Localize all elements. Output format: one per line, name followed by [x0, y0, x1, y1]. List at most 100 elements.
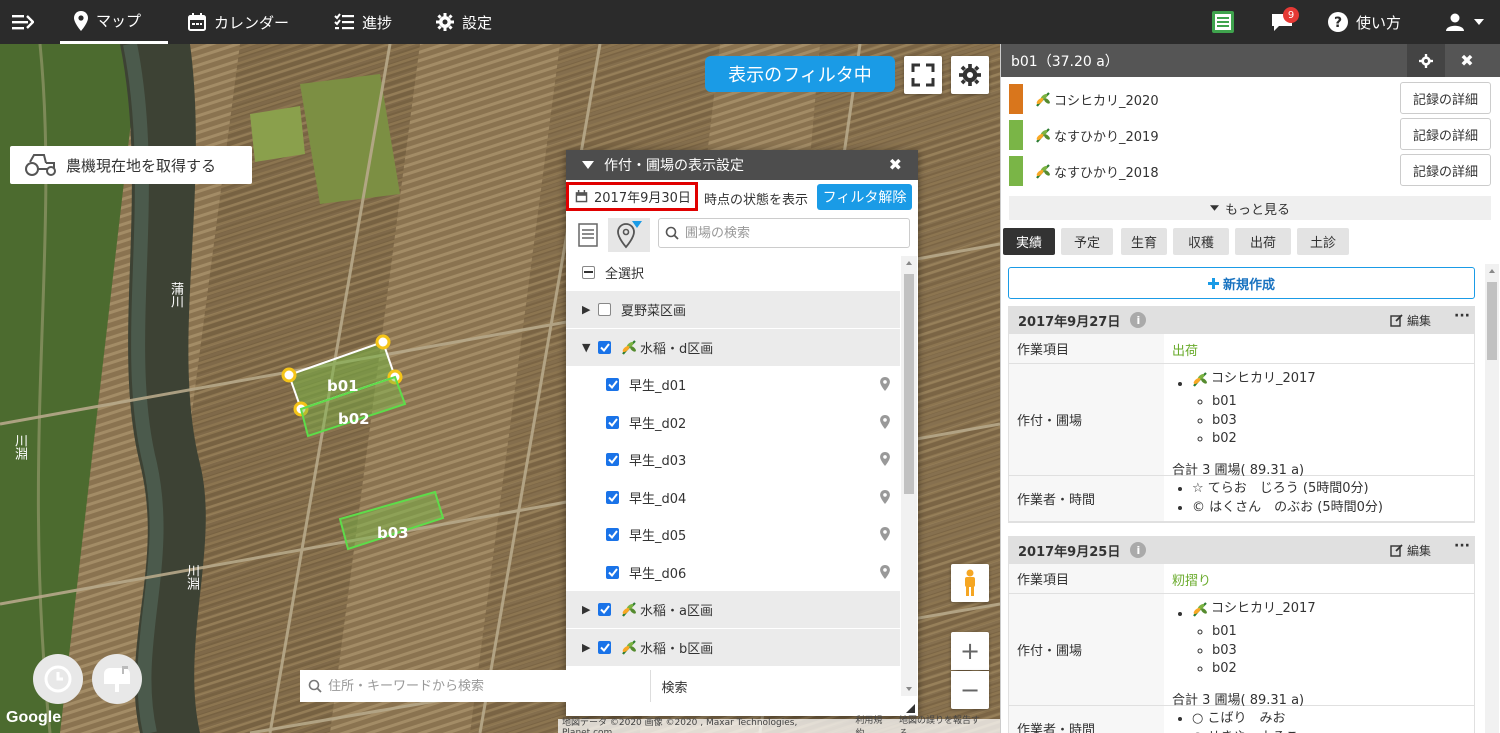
- address-search-button[interactable]: 検索: [650, 670, 698, 702]
- field-group-row[interactable]: ▶ 夏野菜区画: [566, 291, 900, 328]
- field-item-row[interactable]: 早生_d05: [566, 516, 900, 553]
- field-item-row[interactable]: 早生_d02: [566, 404, 900, 441]
- nav-tab-settings[interactable]: 設定: [436, 0, 492, 44]
- field-search-input[interactable]: [685, 225, 885, 241]
- edit-record-button[interactable]: 編集: [1390, 542, 1431, 559]
- menu-toggle-button[interactable]: [12, 0, 42, 44]
- record-detail-button[interactable]: 記録の詳細: [1400, 154, 1491, 186]
- gear-icon: [959, 64, 981, 86]
- record-tab[interactable]: 実績: [1003, 228, 1055, 255]
- report-error-link[interactable]: 地図の誤りを報告する: [899, 713, 988, 733]
- satellite-map[interactable]: b01 b02 b03 蒲川 川淵 川淵 表示のフィルタ中 農機現在地を取得する…: [0, 44, 1000, 733]
- map-pin-icon[interactable]: [880, 564, 890, 579]
- fullscreen-button[interactable]: [904, 56, 942, 94]
- record-crop-name: コシヒカリ_2017: [1211, 601, 1316, 616]
- filter-panel-header[interactable]: 作付・圃場の表示設定 ✖: [566, 150, 918, 180]
- record-tab[interactable]: 出荷: [1235, 228, 1291, 255]
- map-pin-icon[interactable]: [880, 377, 890, 391]
- caret-right-icon[interactable]: ▶: [582, 303, 594, 316]
- crop-color-swatch: [1009, 156, 1023, 186]
- more-options-icon[interactable]: ···: [1454, 308, 1470, 324]
- new-record-button[interactable]: 新規作成: [1008, 267, 1475, 299]
- nav-tab-progress[interactable]: 進捗: [334, 0, 392, 44]
- close-icon[interactable]: ✖: [889, 155, 902, 174]
- locate-machine-button[interactable]: 農機現在地を取得する: [10, 146, 252, 184]
- record-detail-button[interactable]: 記録の詳細: [1400, 118, 1491, 150]
- scroll-up-arrow-icon[interactable]: [1485, 264, 1499, 278]
- clear-filter-button[interactable]: フィルタ解除: [817, 184, 912, 210]
- caret-right-icon[interactable]: ▶: [582, 603, 594, 616]
- row-checkbox[interactable]: [606, 378, 619, 391]
- field-group-label: 水稲・b区画: [640, 641, 714, 657]
- map-settings-button[interactable]: [951, 56, 989, 94]
- field-group-row[interactable]: ▶ 水稲・b区画: [566, 628, 900, 666]
- caret-down-icon[interactable]: ▼: [582, 341, 594, 354]
- record-detail-button[interactable]: 記録の詳細: [1400, 82, 1491, 114]
- zoom-out-button[interactable]: −: [951, 671, 989, 709]
- record-list-scrollbar[interactable]: [1485, 264, 1499, 733]
- map-pin-icon[interactable]: [880, 452, 890, 466]
- plus-icon: [1207, 277, 1219, 289]
- row-checkbox[interactable]: [606, 490, 619, 504]
- row-checkbox[interactable]: [606, 528, 619, 541]
- info-icon[interactable]: i: [1130, 312, 1147, 328]
- street-view-button[interactable]: [951, 564, 989, 602]
- field-item-row[interactable]: 早生_d04: [566, 479, 900, 516]
- map-pin-icon[interactable]: [880, 489, 890, 504]
- resize-handle-icon[interactable]: [906, 704, 915, 713]
- filter-active-indicator[interactable]: 表示のフィルタ中: [705, 56, 895, 92]
- address-search-box[interactable]: [300, 670, 650, 702]
- record-tab[interactable]: 土診: [1297, 228, 1349, 255]
- field-group-row[interactable]: ▼ 水稲・d区画: [566, 328, 900, 366]
- caret-right-icon[interactable]: ▶: [582, 641, 594, 654]
- question-circle-icon: ?: [1328, 12, 1348, 32]
- list-view-button[interactable]: [570, 218, 606, 252]
- row-checkbox[interactable]: [606, 453, 619, 466]
- field-item-row[interactable]: 早生_d03: [566, 441, 900, 478]
- show-more-button[interactable]: もっと見る: [1009, 196, 1491, 220]
- work-record-header: 2017年9月25日 i 編集 ···: [1008, 536, 1475, 564]
- scroll-down-arrow-icon[interactable]: [901, 682, 917, 696]
- edit-record-button[interactable]: 編集: [1390, 312, 1431, 329]
- user-menu-button[interactable]: [1446, 0, 1492, 44]
- filter-list-scroll-thumb[interactable]: [904, 274, 914, 494]
- row-checkbox[interactable]: [606, 565, 619, 579]
- record-list-scroll-thumb[interactable]: [1487, 282, 1497, 360]
- map-pin-filter-button[interactable]: [608, 218, 650, 252]
- select-all-checkbox[interactable]: [582, 266, 595, 279]
- field-search-box[interactable]: [658, 218, 910, 248]
- address-search-input[interactable]: [328, 678, 628, 694]
- row-checkbox[interactable]: [606, 415, 619, 429]
- field-item-row[interactable]: 早生_d06: [566, 554, 900, 591]
- more-options-icon[interactable]: ···: [1454, 538, 1470, 554]
- row-checkbox[interactable]: [598, 603, 611, 616]
- map-pin-icon[interactable]: [880, 527, 890, 541]
- record-tab[interactable]: 生育: [1121, 228, 1167, 255]
- row-checkbox[interactable]: [598, 640, 611, 654]
- select-all-row[interactable]: 全選択: [566, 256, 900, 291]
- record-book-button[interactable]: [1212, 0, 1242, 44]
- scroll-up-arrow-icon[interactable]: [901, 256, 917, 270]
- date-picker[interactable]: 2017年9月30日: [566, 182, 698, 211]
- record-tab[interactable]: 収穫: [1173, 228, 1229, 255]
- notification-button[interactable]: 9: [1271, 0, 1301, 44]
- info-icon[interactable]: i: [1130, 542, 1147, 558]
- nav-tab-calendar[interactable]: カレンダー: [188, 0, 289, 44]
- row-checkbox[interactable]: [598, 303, 611, 316]
- terms-link[interactable]: 利用規約: [855, 713, 891, 733]
- record-tab[interactable]: 予定: [1061, 228, 1113, 255]
- nav-tab-map[interactable]: マップ: [60, 0, 168, 44]
- map-pin-icon[interactable]: [880, 414, 890, 429]
- row-checkbox[interactable]: [598, 340, 611, 354]
- mailbox-button[interactable]: [92, 654, 142, 704]
- help-button[interactable]: ? 使い方: [1328, 0, 1401, 44]
- close-icon[interactable]: ✖: [1447, 44, 1487, 77]
- field-item-row[interactable]: 早生_d01: [566, 366, 900, 403]
- search-icon: [308, 679, 322, 693]
- zoom-in-button[interactable]: +: [951, 632, 989, 670]
- field-group-row[interactable]: ▶ 水稲・a区画: [566, 591, 900, 628]
- history-button[interactable]: [33, 654, 83, 704]
- field-group-label: 夏野菜区画: [621, 304, 687, 319]
- filter-list-scrollbar[interactable]: [901, 256, 917, 696]
- field-settings-button[interactable]: [1407, 44, 1445, 77]
